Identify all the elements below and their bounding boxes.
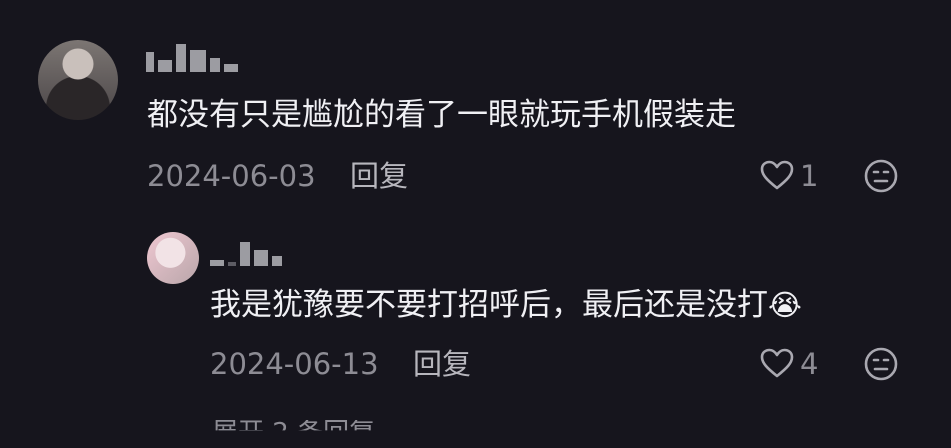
emoji-dislike-icon[interactable] [863,346,899,382]
emoji-dislike-icon[interactable] [863,158,899,194]
username-blurred[interactable] [210,236,282,266]
avatar[interactable] [38,40,118,120]
comment-date: 2024-06-03 [147,159,316,193]
like-count: 1 [800,159,819,193]
comment-text: 我是犹豫要不要打招呼后，最后还是没打😭 [210,290,802,321]
heart-icon[interactable] [759,347,795,379]
comment-date: 2024-06-13 [210,347,379,381]
expand-replies-link[interactable]: 展开 2 条回复 [212,420,375,430]
comment-text: 都没有只是尴尬的看了一眼就玩手机假装走 [147,97,736,133]
username-blurred[interactable] [146,42,238,72]
reply-button[interactable]: 回复 [413,350,471,379]
avatar[interactable] [147,232,199,284]
like-count: 4 [800,347,819,381]
crying-emoji: 😭 [768,288,802,322]
heart-icon[interactable] [759,159,795,191]
comment-text-body: 我是犹豫要不要打招呼后，最后还是没打 [210,287,768,323]
reply-button[interactable]: 回复 [350,162,408,191]
